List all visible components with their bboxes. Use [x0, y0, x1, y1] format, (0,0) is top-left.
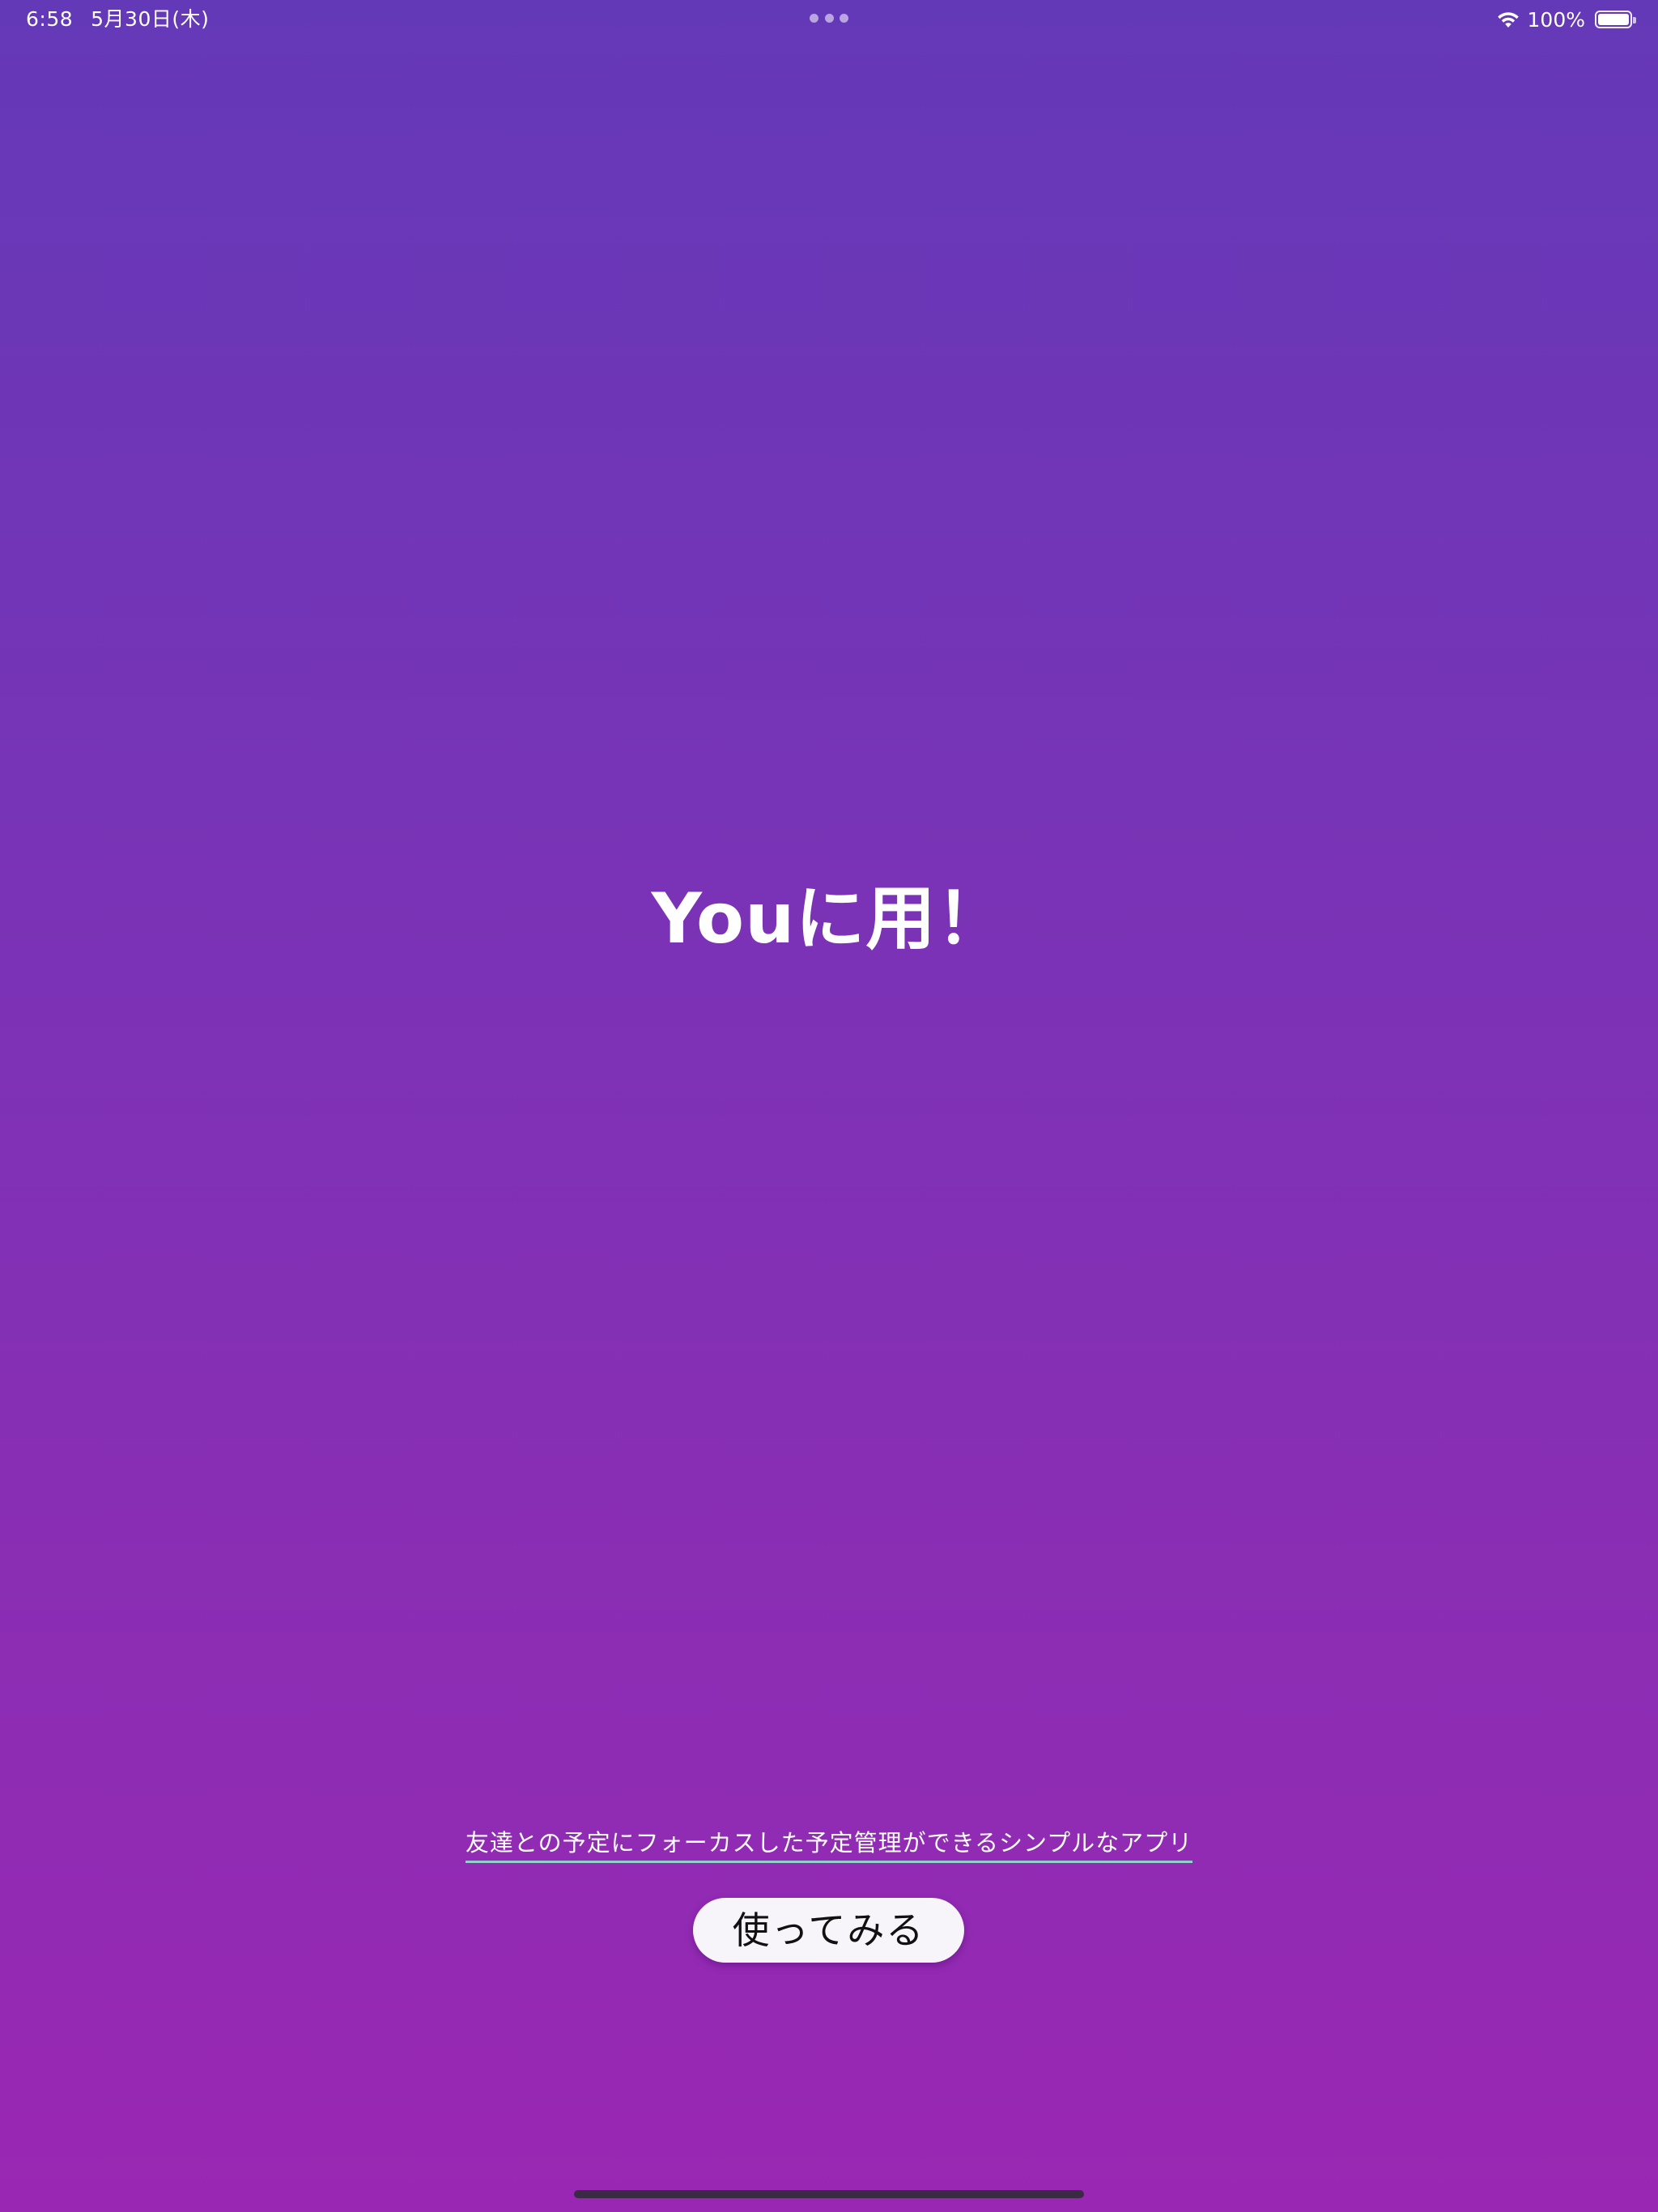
battery-percent: 100%	[1527, 7, 1585, 32]
tagline-text: 友達との予定にフォーカスした予定管理ができるシンプルなアプリ	[465, 1827, 1193, 1863]
status-left: 6:58 5月30日(木)	[26, 6, 209, 32]
dot	[840, 14, 848, 23]
battery-fill	[1598, 14, 1629, 25]
battery-cap	[1633, 17, 1636, 23]
wifi-icon	[1497, 12, 1519, 28]
status-date: 5月30日(木)	[91, 7, 210, 31]
app-headline: Youに用！	[651, 878, 1007, 959]
status-time: 6:58	[26, 7, 74, 31]
status-bar: 6:58 5月30日(木) 100%	[0, 0, 1658, 39]
tagline: 友達との予定にフォーカスした予定管理ができるシンプルなアプリ	[0, 1827, 1658, 1863]
status-right: 100%	[1495, 6, 1636, 32]
try-button[interactable]: 使ってみる	[693, 1898, 964, 1963]
multitasking-menu-icon[interactable]	[810, 14, 848, 23]
home-indicator[interactable]	[574, 2190, 1084, 2198]
battery-icon	[1595, 11, 1636, 28]
dot	[824, 14, 834, 23]
dot	[810, 14, 818, 23]
